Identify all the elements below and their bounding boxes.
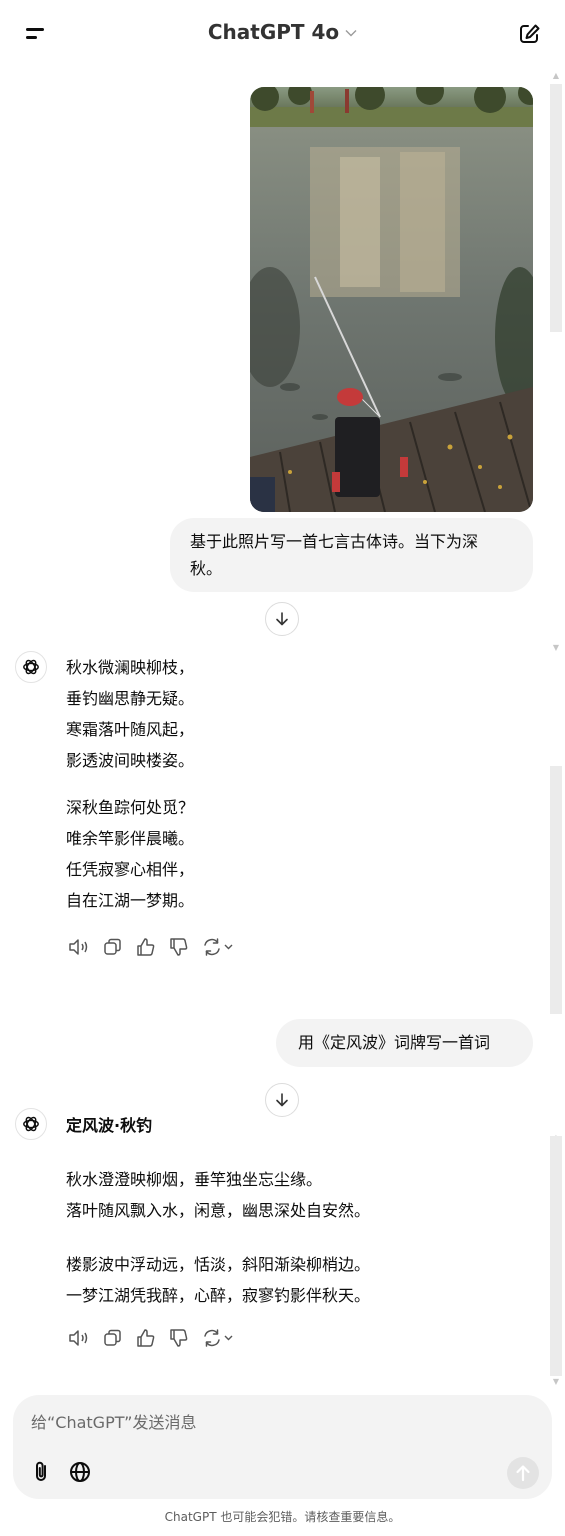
poem-line: 楼影波中浮动远，恬淡，斜阳渐染柳梢边。 [66, 1255, 371, 1274]
arrow-up-icon [516, 1465, 530, 1482]
thumbs-up-icon[interactable] [134, 1327, 158, 1349]
copy-icon[interactable] [101, 936, 125, 958]
copy-icon[interactable] [101, 1327, 125, 1349]
speaker-icon[interactable] [67, 1327, 91, 1349]
uploaded-photo[interactable] [250, 87, 533, 512]
assistant-avatar [15, 1108, 47, 1140]
compose-icon[interactable] [515, 20, 545, 48]
assistant-reply: 秋水澄澄映柳烟，垂竿独坐忘尘缘。 落叶随风飘入水，闲意，幽思深处自安然。 楼影波… [66, 1164, 370, 1311]
message-input[interactable] [31, 1407, 511, 1437]
scroll-down-button[interactable] [265, 602, 299, 636]
speaker-icon[interactable] [67, 936, 91, 958]
poem-line: 影透波间映楼姿。 [66, 751, 195, 770]
assistant-avatar [15, 651, 47, 683]
chat-scrollbar[interactable]: ▲ ▼ ▲ ▼ [548, 70, 564, 1390]
top-bar: ChatGPT 4o [0, 0, 565, 66]
poem-line: 垂钓幽思静无疑。 [66, 689, 195, 708]
poem-line: 任凭寂寥心相伴， [66, 860, 195, 879]
poem-line: 唯余竿影伴晨曦。 [66, 829, 195, 848]
send-button[interactable] [507, 1457, 539, 1489]
openai-logo-icon [23, 1116, 39, 1132]
poem-line: 秋水微澜映柳枝， [66, 658, 195, 677]
disclaimer-text: ChatGPT 也可能会犯错。请核查重要信息。 [164, 1510, 401, 1524]
user-message-text: 秋。 [190, 559, 223, 578]
regenerate-icon[interactable] [200, 1327, 236, 1349]
openai-logo-icon [23, 659, 39, 675]
poem-line: 寒霜落叶随风起， [66, 720, 195, 739]
user-message-text: 基于此照片写一首七言古体诗。当下为深 [190, 532, 479, 551]
paperclip-icon[interactable] [29, 1459, 55, 1485]
thumbs-down-icon[interactable] [167, 936, 191, 958]
globe-icon[interactable] [67, 1459, 93, 1485]
poem-line: 自在江湖一梦期。 [66, 891, 195, 910]
user-message-bubble: 基于此照片写一首七言古体诗。当下为深 秋。 [170, 518, 533, 592]
model-selector[interactable]: ChatGPT 4o [0, 20, 565, 44]
regenerate-icon[interactable] [200, 936, 236, 958]
poem-line: 秋水澄澄映柳烟，垂竿独坐忘尘缘。 [66, 1170, 323, 1189]
chevron-down-icon [345, 25, 357, 41]
user-message-bubble: 用《定风波》词牌写一首词 [276, 1019, 533, 1067]
poem-line: 深秋鱼踪何处觅？ [66, 798, 195, 817]
user-message-text: 用《定风波》词牌写一首词 [298, 1033, 491, 1052]
scroll-down-button[interactable] [265, 1083, 299, 1117]
thumbs-up-icon[interactable] [134, 936, 158, 958]
poem-line: 一梦江湖凭我醉，心醉，寂寥钓影伴秋天。 [66, 1286, 371, 1305]
thumbs-down-icon[interactable] [167, 1327, 191, 1349]
assistant-reply: 秋水微澜映柳枝， 垂钓幽思静无疑。 寒霜落叶随风起， 影透波间映楼姿。 深秋鱼踪… [66, 652, 194, 916]
poem-title: 定风波·秋钓 [66, 1116, 153, 1135]
model-name: ChatGPT 4o [207, 20, 340, 44]
poem-line: 落叶随风飘入水，闲意，幽思深处自安然。 [66, 1201, 371, 1220]
message-composer [13, 1395, 552, 1499]
